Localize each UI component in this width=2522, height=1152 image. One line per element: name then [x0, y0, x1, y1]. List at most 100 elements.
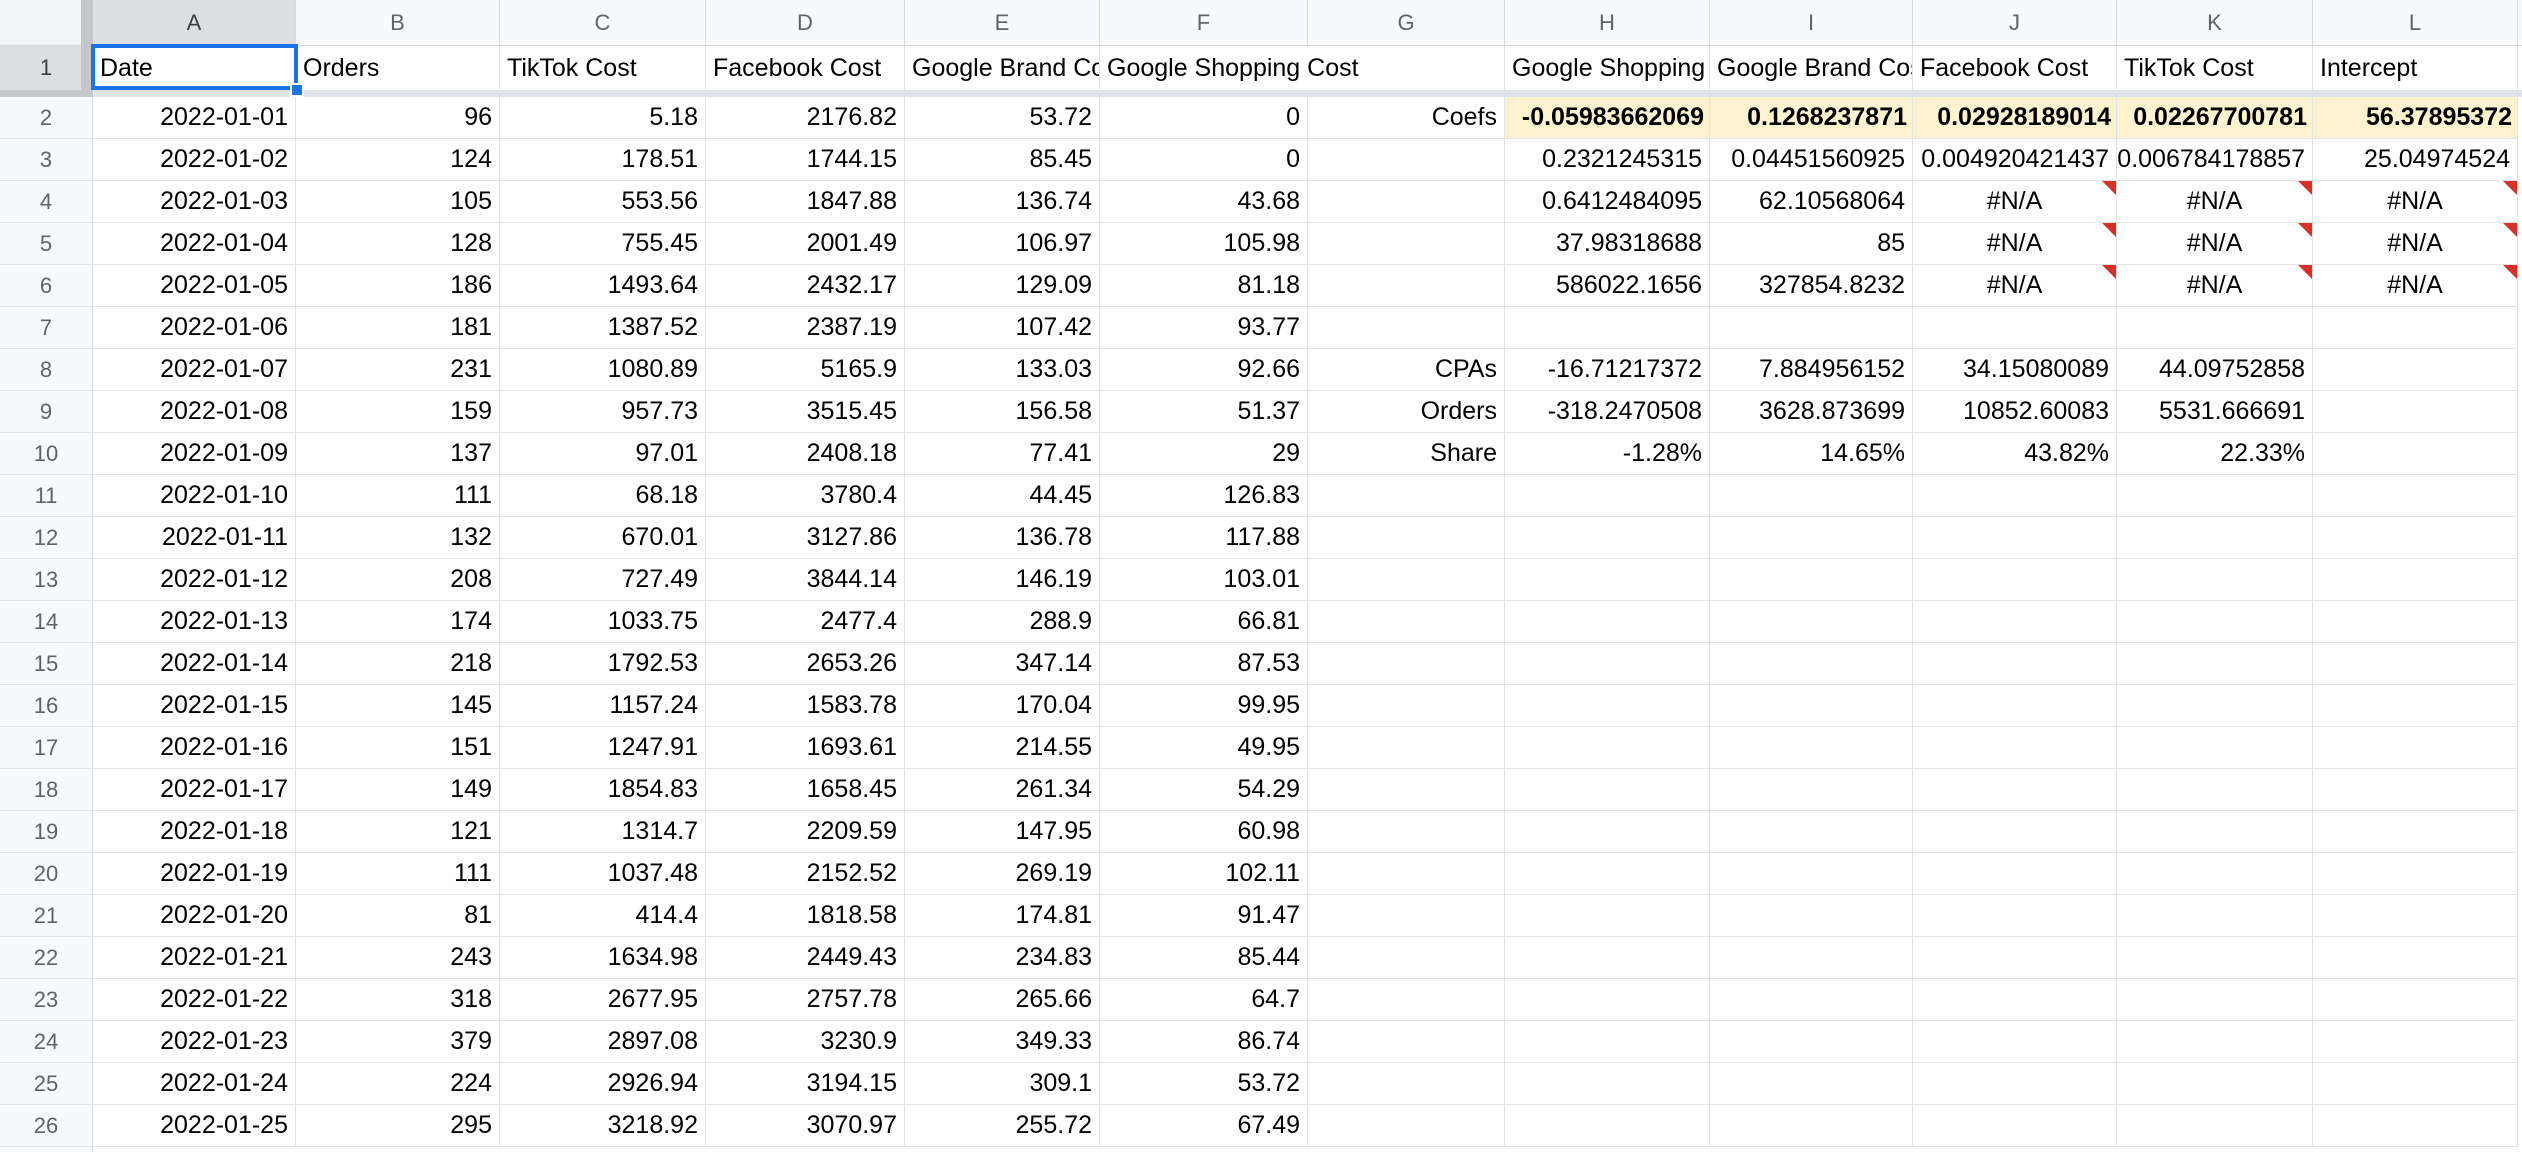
cell-B5[interactable]: 128 [296, 223, 500, 265]
cell-H24[interactable] [1505, 1021, 1710, 1063]
cell-I5[interactable]: 85 [1710, 223, 1913, 265]
cell-D5[interactable]: 2001.49 [706, 223, 905, 265]
cell-G6[interactable] [1308, 265, 1505, 307]
cell-E11[interactable]: 44.45 [905, 475, 1100, 517]
row-header-3[interactable]: 3 [0, 139, 93, 181]
cell-I16[interactable] [1710, 685, 1913, 727]
cell-L18[interactable] [2313, 769, 2518, 811]
cell-H16[interactable] [1505, 685, 1710, 727]
cell-D1[interactable]: Facebook Cost [706, 46, 905, 90]
column-header-K[interactable]: K [2117, 0, 2313, 45]
cell-H23[interactable] [1505, 979, 1710, 1021]
cell-L9[interactable] [2313, 391, 2518, 433]
cell-G24[interactable] [1308, 1021, 1505, 1063]
cell-B25[interactable]: 224 [296, 1063, 500, 1105]
cell-G5[interactable] [1308, 223, 1505, 265]
cell-G22[interactable] [1308, 937, 1505, 979]
cell-L25[interactable] [2313, 1063, 2518, 1105]
row-header-15[interactable]: 15 [0, 643, 93, 685]
cell-L17[interactable] [2313, 727, 2518, 769]
cell-L21[interactable] [2313, 895, 2518, 937]
cell-L5[interactable]: #N/A [2313, 223, 2518, 265]
cell-B11[interactable]: 111 [296, 475, 500, 517]
cell-F9[interactable]: 51.37 [1100, 391, 1308, 433]
cell-F25[interactable]: 53.72 [1100, 1063, 1308, 1105]
cell-G3[interactable] [1308, 139, 1505, 181]
cell-B6[interactable]: 186 [296, 265, 500, 307]
cell-G9[interactable]: Orders [1308, 391, 1505, 433]
cell-L13[interactable] [2313, 559, 2518, 601]
cell-B24[interactable]: 379 [296, 1021, 500, 1063]
cell-D3[interactable]: 1744.15 [706, 139, 905, 181]
cell-K26[interactable] [2117, 1105, 2313, 1147]
select-all-corner-button[interactable] [0, 0, 93, 45]
row-header-16[interactable]: 16 [0, 685, 93, 727]
column-header-H[interactable]: H [1505, 0, 1710, 45]
cell-G2[interactable]: Coefs [1308, 97, 1505, 139]
cell-E26[interactable]: 255.72 [905, 1105, 1100, 1147]
cell-L26[interactable] [2313, 1105, 2518, 1147]
cell-H12[interactable] [1505, 517, 1710, 559]
cell-C20[interactable]: 1037.48 [500, 853, 706, 895]
cell-J4[interactable]: #N/A [1913, 181, 2117, 223]
cell-G12[interactable] [1308, 517, 1505, 559]
cell-J8[interactable]: 34.15080089 [1913, 349, 2117, 391]
row-header-5[interactable]: 5 [0, 223, 93, 265]
cell-K5[interactable]: #N/A [2117, 223, 2313, 265]
cell-H5[interactable]: 37.98318688 [1505, 223, 1710, 265]
cell-A6[interactable]: 2022-01-05 [93, 265, 296, 307]
cell-A20[interactable]: 2022-01-19 [93, 853, 296, 895]
cell-I20[interactable] [1710, 853, 1913, 895]
cell-I21[interactable] [1710, 895, 1913, 937]
cell-J10[interactable]: 43.82% [1913, 433, 2117, 475]
cell-G23[interactable] [1308, 979, 1505, 1021]
cell-H15[interactable] [1505, 643, 1710, 685]
cell-E1[interactable]: Google Brand Cost [905, 46, 1100, 90]
cell-E12[interactable]: 136.78 [905, 517, 1100, 559]
cell-J14[interactable] [1913, 601, 2117, 643]
row-header-19[interactable]: 19 [0, 811, 93, 853]
cell-D6[interactable]: 2432.17 [706, 265, 905, 307]
cell-F10[interactable]: 29 [1100, 433, 1308, 475]
row-header-4[interactable]: 4 [0, 181, 93, 223]
cell-J2[interactable]: 0.02928189014 [1913, 97, 2117, 139]
cell-B13[interactable]: 208 [296, 559, 500, 601]
cell-E19[interactable]: 147.95 [905, 811, 1100, 853]
cell-H13[interactable] [1505, 559, 1710, 601]
column-header-I[interactable]: I [1710, 0, 1913, 45]
cell-F20[interactable]: 102.11 [1100, 853, 1308, 895]
cell-J1[interactable]: Facebook Cost [1913, 46, 2117, 90]
cell-E18[interactable]: 261.34 [905, 769, 1100, 811]
cell-A18[interactable]: 2022-01-17 [93, 769, 296, 811]
cell-I18[interactable] [1710, 769, 1913, 811]
row-header-23[interactable]: 23 [0, 979, 93, 1021]
cell-E15[interactable]: 347.14 [905, 643, 1100, 685]
cell-I15[interactable] [1710, 643, 1913, 685]
cell-J21[interactable] [1913, 895, 2117, 937]
cell-D21[interactable]: 1818.58 [706, 895, 905, 937]
cell-D14[interactable]: 2477.4 [706, 601, 905, 643]
cell-A5[interactable]: 2022-01-04 [93, 223, 296, 265]
row-header-18[interactable]: 18 [0, 769, 93, 811]
cell-J9[interactable]: 10852.60083 [1913, 391, 2117, 433]
cell-E3[interactable]: 85.45 [905, 139, 1100, 181]
row-header-24[interactable]: 24 [0, 1021, 93, 1063]
cell-I10[interactable]: 14.65% [1710, 433, 1913, 475]
cell-J23[interactable] [1913, 979, 2117, 1021]
cell-D10[interactable]: 2408.18 [706, 433, 905, 475]
cell-G11[interactable] [1308, 475, 1505, 517]
cell-G4[interactable] [1308, 181, 1505, 223]
cell-D25[interactable]: 3194.15 [706, 1063, 905, 1105]
cell-A17[interactable]: 2022-01-16 [93, 727, 296, 769]
cell-A2[interactable]: 2022-01-01 [93, 97, 296, 139]
cell-G26[interactable] [1308, 1105, 1505, 1147]
row-header-21[interactable]: 21 [0, 895, 93, 937]
cell-L12[interactable] [2313, 517, 2518, 559]
cell-D26[interactable]: 3070.97 [706, 1105, 905, 1147]
cell-D24[interactable]: 3230.9 [706, 1021, 905, 1063]
row-header-13[interactable]: 13 [0, 559, 93, 601]
cell-L20[interactable] [2313, 853, 2518, 895]
row-header-17[interactable]: 17 [0, 727, 93, 769]
cell-F4[interactable]: 43.68 [1100, 181, 1308, 223]
cell-B26[interactable]: 295 [296, 1105, 500, 1147]
